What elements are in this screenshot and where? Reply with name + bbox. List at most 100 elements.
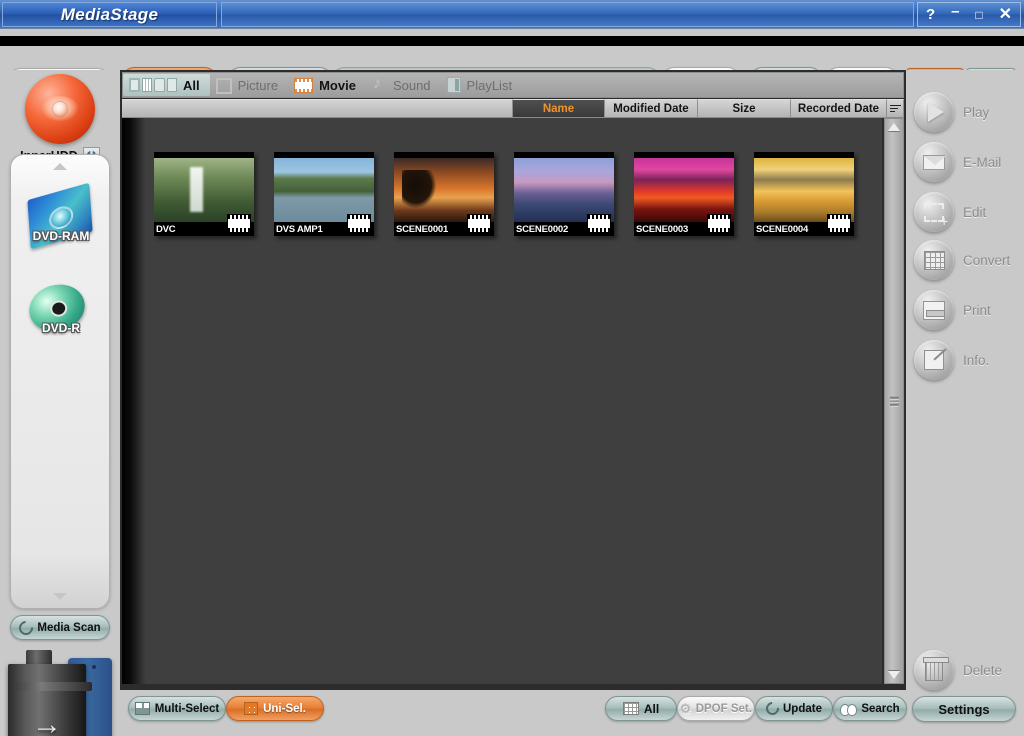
list-item[interactable]: SCENE0002 <box>514 152 614 236</box>
crop-icon <box>914 192 954 232</box>
refresh-icon <box>763 699 782 718</box>
content-panel: All Picture Movie Sound PlayList Nam <box>120 70 906 690</box>
movie-badge-icon <box>707 214 731 233</box>
maximize-icon[interactable]: □ <box>975 9 982 21</box>
movie-icon <box>294 77 314 93</box>
tab-picture-label: Picture <box>237 77 279 93</box>
printer-icon <box>914 290 954 330</box>
column-header-name[interactable]: Name <box>513 99 605 118</box>
play-label: Play <box>963 104 990 120</box>
update-button[interactable]: Update <box>755 696 833 721</box>
tab-sound-label: Sound <box>392 77 431 93</box>
print-button[interactable]: Print <box>914 290 991 330</box>
multi-select-label: Multi-Select <box>154 702 220 715</box>
all-media-icon <box>129 78 177 93</box>
sound-icon <box>372 75 387 93</box>
sort-order-button[interactable] <box>887 99 904 118</box>
app-title-plate: MediaStage <box>2 2 217 27</box>
uni-select-button[interactable]: Uni-Sel. <box>226 696 324 721</box>
tab-all[interactable]: All <box>123 74 210 96</box>
device-item-dvd-r[interactable]: DVD-R <box>11 278 111 338</box>
list-item[interactable]: SCENE0001 <box>394 152 494 236</box>
settings-button[interactable]: Settings <box>912 696 1016 722</box>
envelope-icon <box>914 142 954 182</box>
thumbnail-image[interactable]: DVC <box>154 152 254 236</box>
convert-button[interactable]: Convert <box>914 240 1010 280</box>
thumbnail-label: SCENE0002 <box>516 224 569 235</box>
list-item[interactable]: DVC <box>154 152 254 236</box>
thumbnail-image[interactable]: DVS AMP1 <box>274 152 374 236</box>
help-icon[interactable]: ? <box>926 7 935 22</box>
thumbnail-artwork <box>274 158 374 222</box>
delete-label: Delete <box>963 662 1003 678</box>
search-button[interactable]: Search <box>833 696 907 721</box>
dpof-set-button[interactable]: ⚙ DPOF Set. <box>677 696 755 721</box>
email-button[interactable]: E-Mail <box>914 142 1001 182</box>
settings-label: Settings <box>938 701 990 717</box>
thumbnail-image[interactable]: SCENE0003 <box>634 152 734 236</box>
list-item[interactable]: DVS AMP1 <box>274 152 374 236</box>
tab-sound[interactable]: Sound <box>366 74 441 96</box>
close-icon[interactable]: ✕ <box>999 6 1012 23</box>
hard-drive-icon <box>25 74 95 144</box>
column-header-recorded-date[interactable]: Recorded Date <box>791 99 887 118</box>
refresh-icon <box>16 617 37 638</box>
minimize-icon[interactable]: – <box>951 4 959 19</box>
thumbnail-artwork <box>634 158 734 222</box>
convert-label: Convert <box>963 252 1011 268</box>
media-scan-label: Media Scan <box>37 621 101 634</box>
mediastage-window: MediaStage ? – □ ✕ Media View All Unfile… <box>0 0 1024 736</box>
multi-select-button[interactable]: Multi-Select <box>128 696 226 721</box>
movie-badge-icon <box>467 214 491 233</box>
media-scan-button[interactable]: Media Scan <box>10 615 110 640</box>
column-modified-label: Modified Date <box>613 102 689 115</box>
dvd-r-label: DVD-R <box>42 321 80 335</box>
tab-movie[interactable]: Movie <box>288 74 366 96</box>
info-button[interactable]: Info. <box>914 340 989 380</box>
tab-picture[interactable]: Picture <box>210 74 288 96</box>
thumbnail-label: DVC <box>156 224 176 235</box>
film-canister-graphic[interactable]: → <box>4 648 120 736</box>
thumbnail-label: SCENE0001 <box>396 224 449 235</box>
thumbnail-image[interactable]: SCENE0002 <box>514 152 614 236</box>
grid-icon <box>622 702 639 715</box>
column-header-row: Name Modified Date Size Recorded Date <box>122 99 904 118</box>
trash-icon <box>914 650 954 690</box>
tab-all-label: All <box>183 77 200 93</box>
play-button[interactable]: Play <box>914 92 989 132</box>
vertical-scrollbar[interactable] <box>884 118 904 684</box>
sort-icon <box>889 103 901 114</box>
edit-button[interactable]: Edit <box>914 192 986 232</box>
list-item[interactable]: SCENE0003 <box>634 152 734 236</box>
grid-icon <box>914 240 954 280</box>
thumbnail-image[interactable]: SCENE0004 <box>754 152 854 236</box>
device-item-dvd-ram[interactable]: DVD-RAM <box>11 182 111 250</box>
column-header-size[interactable]: Size <box>698 99 791 118</box>
title-bar: MediaStage ? – □ ✕ <box>0 0 1024 29</box>
media-type-tabs: All Picture Movie Sound PlayList <box>122 72 904 98</box>
thumbnail-image[interactable]: SCENE0001 <box>394 152 494 236</box>
column-name-label: Name <box>542 102 575 115</box>
all-filter-button[interactable]: All <box>605 696 677 721</box>
inner-hdd-item[interactable]: InnerHDD ⚒ <box>0 74 120 164</box>
column-header-modified-date[interactable]: Modified Date <box>605 99 698 118</box>
right-action-sidebar: Play E-Mail Edit Convert Print Info. Del… <box>906 70 1024 736</box>
tab-playlist[interactable]: PlayList <box>441 74 523 96</box>
bottom-black-strip <box>0 36 1024 46</box>
note-pencil-icon <box>914 340 954 380</box>
scroll-up-icon[interactable] <box>53 163 67 170</box>
list-item[interactable]: SCENE0004 <box>754 152 854 236</box>
info-label: Info. <box>963 352 990 368</box>
thumbnail-grid: DVC DVS AMP1 SCENE0001 SCENE0002 SCENE00… <box>148 122 882 684</box>
bottom-toolbar: Multi-Select Uni-Sel. All ⚙ DPOF Set. Up… <box>120 690 907 736</box>
thumbnail-artwork <box>514 158 614 222</box>
email-label: E-Mail <box>963 154 1002 170</box>
scrollbar-down-button[interactable] <box>885 668 903 682</box>
scrollbar-up-button[interactable] <box>885 120 903 134</box>
thumbnail-label: SCENE0003 <box>636 224 689 235</box>
delete-button[interactable]: Delete <box>914 650 1002 690</box>
scroll-down-icon[interactable] <box>53 593 67 600</box>
movie-badge-icon <box>827 214 851 233</box>
scrollbar-thumb-grip[interactable] <box>890 395 899 408</box>
search-label: Search <box>861 702 900 715</box>
